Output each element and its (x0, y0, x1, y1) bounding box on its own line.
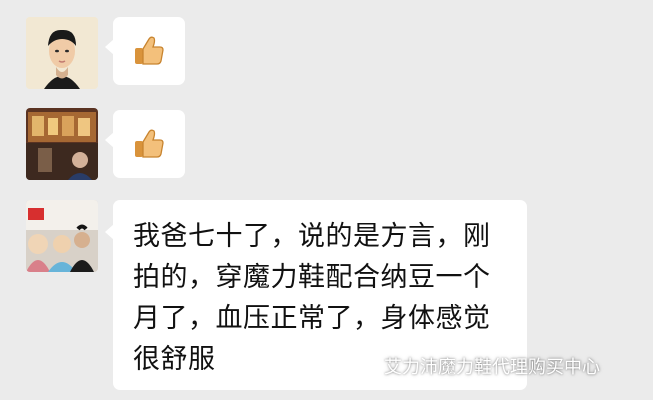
message-bubble-thumbs-up-1[interactable] (105, 17, 185, 85)
thumbs-up-icon (135, 129, 164, 158)
message-bubble-thumbs-up-2[interactable] (105, 110, 185, 178)
chat-thread: 我爸七十了，说的是方言，刚拍的，穿魔力鞋配合纳豆一个月了，血压正常了，身体感觉很… (0, 0, 653, 400)
watermark: 艾力沛魔力鞋代理购买中心 (346, 352, 600, 380)
watermark-text: 艾力沛魔力鞋代理购买中心 (384, 357, 600, 378)
wechat-icon (347, 355, 375, 378)
avatar-sender-1[interactable] (26, 17, 98, 89)
avatar-sender-3[interactable] (26, 200, 98, 272)
avatar-sender-2[interactable] (26, 108, 98, 180)
thumbs-up-icon (135, 36, 164, 65)
